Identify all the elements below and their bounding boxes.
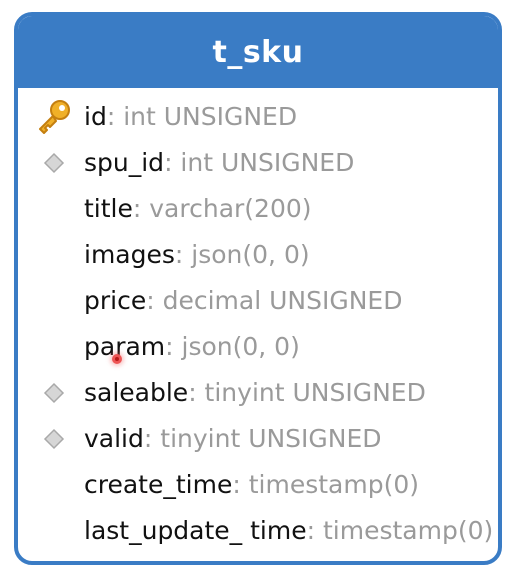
column-name: title: [84, 194, 133, 223]
column-type: : timestamp(0): [306, 516, 494, 545]
column-text: images: json(0, 0): [84, 232, 310, 278]
column-text: id: int UNSIGNED: [84, 94, 297, 140]
column-name: param: [84, 332, 166, 361]
column-text: valid: tinyint UNSIGNED: [84, 416, 382, 462]
index-diamond-icon: [34, 370, 74, 416]
column-type: : tinyint UNSIGNED: [188, 378, 426, 407]
column-row-spu-id[interactable]: spu_id: int UNSIGNED: [18, 140, 498, 186]
column-type: : timestamp(0): [232, 470, 419, 499]
column-name: create_time: [84, 470, 233, 499]
index-diamond-icon: [34, 140, 74, 186]
column-row-images[interactable]: images: json(0, 0): [18, 232, 498, 278]
column-type: : int UNSIGNED: [164, 148, 355, 177]
column-name: saleable: [84, 378, 189, 407]
column-text: spu_id: int UNSIGNED: [84, 140, 354, 186]
column-row-price[interactable]: price: decimal UNSIGNED: [18, 278, 498, 324]
column-text: title: varchar(200): [84, 186, 312, 232]
column-name: id: [84, 102, 107, 131]
column-type: : json(0, 0): [165, 332, 300, 361]
table-header[interactable]: t_sku: [18, 16, 498, 88]
column-text: saleable: tinyint UNSIGNED: [84, 370, 426, 416]
column-row-saleable[interactable]: saleable: tinyint UNSIGNED: [18, 370, 498, 416]
column-type: : varchar(200): [132, 194, 312, 223]
column-name: images: [84, 240, 175, 269]
column-name: price: [84, 286, 147, 315]
column-text: create_time: timestamp(0): [84, 462, 419, 508]
column-row-title[interactable]: title: varchar(200): [18, 186, 498, 232]
table-title: t_sku: [212, 34, 304, 70]
column-row-id[interactable]: id: int UNSIGNED: [18, 94, 498, 140]
column-type: : decimal UNSIGNED: [146, 286, 403, 315]
column-type: : int UNSIGNED: [106, 102, 298, 131]
column-type: : json(0, 0): [174, 240, 310, 269]
index-diamond-icon: [34, 416, 74, 462]
column-name: spu_id: [84, 148, 165, 177]
column-name: valid: [84, 424, 144, 453]
column-text: price: decimal UNSIGNED: [84, 278, 402, 324]
column-type: : tinyint UNSIGNED: [143, 424, 382, 453]
column-row-param[interactable]: param: json(0, 0): [18, 324, 498, 370]
column-text: last_update_ time: timestamp(0): [84, 508, 493, 554]
column-row-last-update-time[interactable]: last_update_ time: timestamp(0): [18, 508, 498, 554]
cursor-marker: [112, 354, 122, 364]
entity-table-t-sku[interactable]: t_sku id: int UNSIGNED spu_id: int UNSIG…: [14, 12, 502, 565]
column-name: last_update_ time: [84, 516, 307, 545]
key-icon: [34, 94, 74, 140]
column-row-create-time[interactable]: create_time: timestamp(0): [18, 462, 498, 508]
column-row-valid[interactable]: valid: tinyint UNSIGNED: [18, 416, 498, 462]
